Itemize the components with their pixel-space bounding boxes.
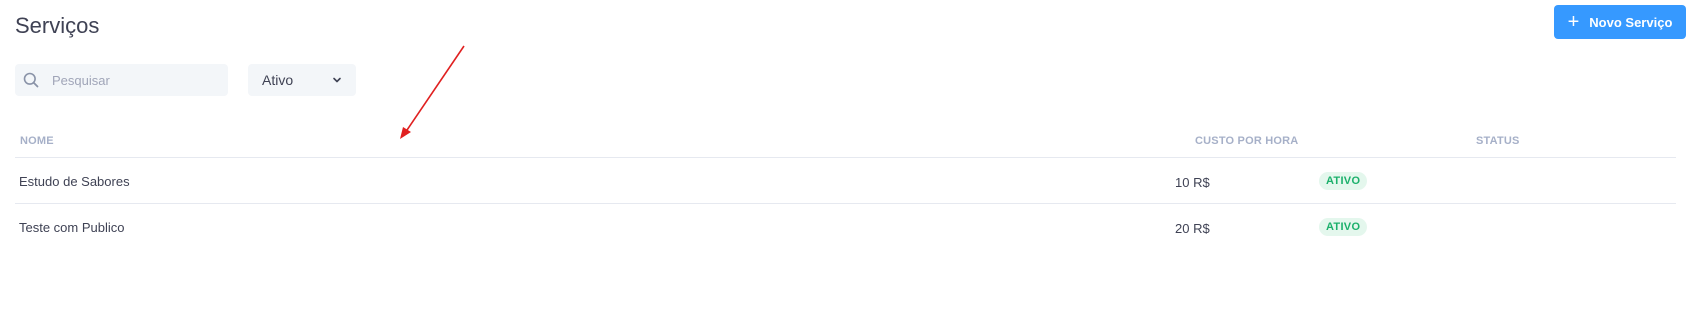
new-service-label: Novo Serviço: [1589, 14, 1673, 30]
table-header-divider: [15, 157, 1676, 158]
service-cost: 20 R$: [1175, 221, 1210, 236]
search-input[interactable]: [52, 72, 212, 88]
column-header-name[interactable]: NOME: [20, 135, 54, 147]
service-name[interactable]: Teste com Publico: [19, 220, 125, 235]
search-field[interactable]: [15, 64, 228, 96]
services-page: Serviços + Novo Serviço Ativo NOME CUSTO…: [0, 0, 1692, 326]
column-header-status[interactable]: STATUS: [1476, 135, 1520, 147]
search-icon: [23, 72, 39, 88]
page-title: Serviços: [15, 13, 100, 38]
service-name[interactable]: Estudo de Sabores: [19, 174, 130, 189]
annotation-arrow: [400, 45, 465, 139]
status-badge: ATIVO: [1319, 172, 1368, 190]
status-filter-value: Ativo: [262, 72, 294, 88]
status-badge: ATIVO: [1319, 218, 1368, 236]
plus-icon: +: [1567, 11, 1580, 33]
service-cost: 10 R$: [1175, 175, 1210, 190]
row-divider: [15, 203, 1676, 204]
status-filter-select[interactable]: Ativo: [248, 64, 356, 96]
chevron-down-icon: [332, 72, 342, 88]
new-service-button[interactable]: + Novo Serviço: [1554, 5, 1686, 39]
column-header-cost[interactable]: CUSTO POR HORA: [1195, 135, 1298, 147]
